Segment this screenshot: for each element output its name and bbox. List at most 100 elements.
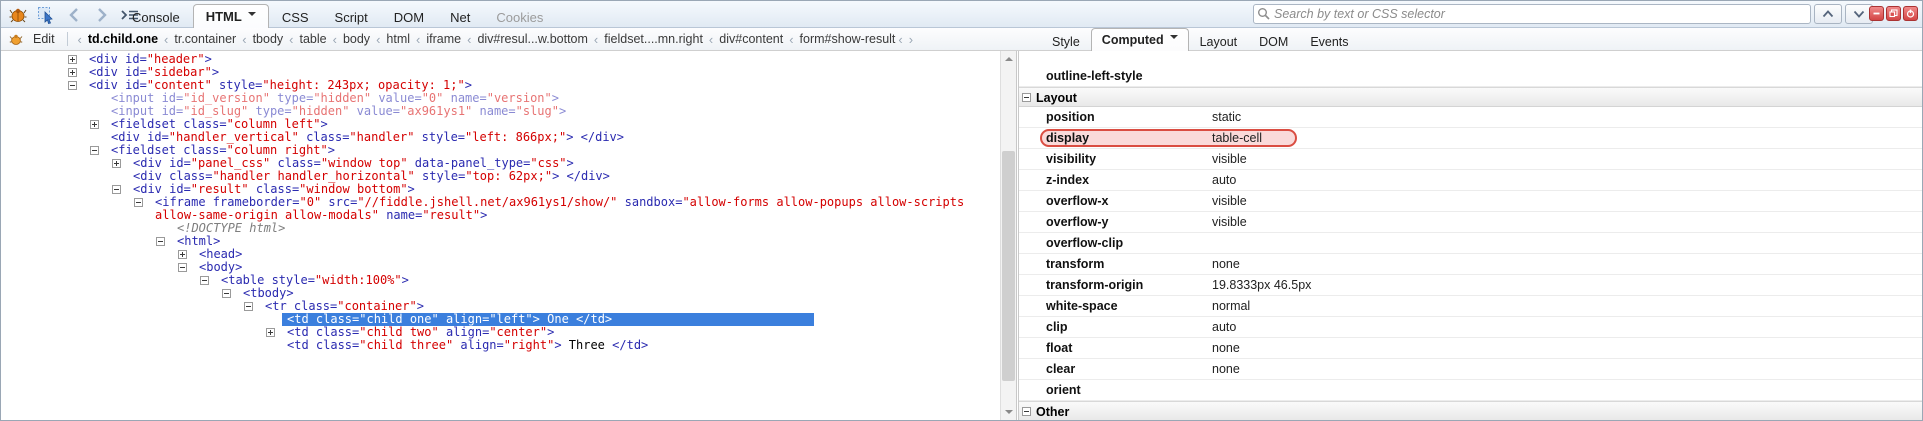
side-tab-style[interactable]: Style — [1041, 31, 1091, 51]
tab-script[interactable]: Script — [322, 6, 381, 28]
side-tab-layout[interactable]: Layout — [1189, 31, 1249, 51]
collapse-twisty-icon[interactable] — [90, 146, 99, 155]
breadcrumb-item-iframe[interactable]: iframe — [426, 32, 461, 46]
dropdown-caret-icon — [247, 12, 256, 20]
collapse-twisty-icon[interactable] — [1022, 93, 1031, 102]
breadcrumb-toolbar: Edit ‹ td.child.one ‹ tr.container ‹ tbody ‹ ta… — [1, 28, 1922, 51]
firebug-icon[interactable] — [7, 4, 29, 26]
breadcrumb-scroll-left-icon[interactable]: ‹ — [895, 32, 905, 47]
property-name: white-space — [1046, 299, 1118, 313]
code-token: <div id= — [89, 52, 147, 66]
side-tab-events[interactable]: Events — [1299, 31, 1359, 51]
tree-node-head[interactable]: <head> — [1, 248, 1000, 261]
search-input[interactable] — [1253, 4, 1811, 24]
breadcrumb-item-html[interactable]: html — [386, 32, 410, 46]
close-button[interactable] — [1903, 6, 1918, 21]
find-previous-button[interactable] — [1814, 4, 1842, 24]
computed-row-overflow-x[interactable]: overflow-x visible — [1019, 191, 1922, 212]
property-name: transform — [1046, 257, 1105, 271]
collapse-twisty-icon[interactable] — [1022, 407, 1031, 416]
code-token: "handler_vertical" — [168, 130, 299, 144]
tree-node-html[interactable]: <html> — [1, 235, 1000, 248]
tree-node-iframe-wrap[interactable]: allow-same-origin allow-modals" name="re… — [1, 209, 1000, 222]
tab-console[interactable]: Console — [119, 6, 193, 28]
collapse-twisty-icon[interactable] — [244, 302, 253, 311]
breadcrumb-item-td-child-one[interactable]: td.child.one — [88, 32, 158, 46]
html-tree-panel: <div id="header"> <div id="sidebar"> <div … — [1, 51, 1000, 420]
scrollbar-thumb[interactable] — [1002, 151, 1015, 381]
expand-twisty-icon[interactable] — [68, 68, 77, 77]
breadcrumb-item-fieldset-mn-right[interactable]: fieldset....mn.right — [604, 32, 703, 46]
computed-row-z-index[interactable]: z-index auto — [1019, 170, 1922, 191]
computed-row-float[interactable]: float none — [1019, 338, 1922, 359]
computed-row-overflow-clip[interactable]: overflow-clip — [1019, 233, 1922, 254]
code-token: allow-same-origin allow-modals" — [155, 208, 379, 222]
edit-button[interactable]: Edit — [25, 32, 63, 46]
collapse-twisty-icon[interactable] — [156, 237, 165, 246]
scroll-down-icon[interactable] — [1005, 410, 1013, 414]
collapse-twisty-icon[interactable] — [112, 185, 121, 194]
code-token: "window bottom" — [299, 182, 408, 196]
tab-cookies[interactable]: Cookies — [483, 6, 556, 28]
computed-group-layout[interactable]: Layout — [1019, 87, 1922, 107]
breadcrumb-item-table[interactable]: table — [300, 32, 327, 46]
collapse-twisty-icon[interactable] — [68, 81, 77, 90]
code-token: style= — [414, 169, 466, 183]
property-name: orient — [1046, 383, 1081, 397]
collapse-twisty-icon[interactable] — [178, 263, 187, 272]
detach-window-button[interactable] — [1886, 6, 1901, 21]
side-tab-computed[interactable]: Computed — [1090, 28, 1189, 51]
tab-net[interactable]: Net — [437, 6, 483, 28]
inspect-element-icon[interactable] — [35, 4, 57, 26]
computed-row-transform-origin[interactable]: transform-origin 19.8333px 46.5px — [1019, 275, 1922, 296]
code-token: "ax961ys1" — [400, 104, 473, 118]
tree-node-body[interactable]: <body> — [1, 261, 1000, 274]
computed-row-clip[interactable]: clip auto — [1019, 317, 1922, 338]
computed-row-visibility[interactable]: visibility visible — [1019, 149, 1922, 170]
computed-row-clear[interactable]: clear none — [1019, 359, 1922, 380]
computed-row-position[interactable]: position static — [1019, 107, 1922, 128]
scroll-up-icon[interactable] — [1005, 57, 1013, 61]
collapse-twisty-icon[interactable] — [200, 276, 209, 285]
computed-row-orient[interactable]: orient — [1019, 380, 1922, 401]
computed-row-outline-left-style[interactable]: outline-left-style — [1019, 66, 1922, 87]
computed-row-white-space[interactable]: white-space normal — [1019, 296, 1922, 317]
expand-twisty-icon[interactable] — [112, 159, 121, 168]
breadcrumb-item-tr-container[interactable]: tr.container — [174, 32, 236, 46]
minimize-button[interactable] — [1869, 6, 1884, 21]
code-token: style= — [211, 78, 263, 92]
search-icon — [1257, 7, 1270, 25]
tree-node-doctype[interactable]: <!DOCTYPE html> — [1, 222, 1000, 235]
computed-row-transform[interactable]: transform none — [1019, 254, 1922, 275]
tree-node-iframe[interactable]: <iframe frameborder="0" src="//fiddle.js… — [1, 196, 1000, 209]
code-token: "version" — [486, 91, 552, 105]
tree-node-tbody[interactable]: <tbody> — [1, 287, 1000, 300]
tab-html[interactable]: HTML — [192, 4, 269, 28]
breadcrumb-item-body[interactable]: body — [343, 32, 370, 46]
expand-twisty-icon[interactable] — [178, 250, 187, 259]
expand-twisty-icon[interactable] — [90, 120, 99, 129]
collapse-twisty-icon[interactable] — [222, 289, 231, 298]
expand-twisty-icon[interactable] — [266, 328, 275, 337]
forward-icon[interactable] — [91, 4, 113, 26]
firebug-options-icon[interactable] — [7, 30, 25, 48]
breadcrumb-item-form-show-result[interactable]: form#show-result — [800, 32, 896, 46]
computed-group-other[interactable]: Other — [1019, 401, 1922, 420]
computed-row-display[interactable]: display table-cell — [1019, 128, 1922, 149]
tree-node-table[interactable]: <table style="width:100%"> — [1, 274, 1000, 287]
expand-twisty-icon[interactable] — [68, 55, 77, 64]
breadcrumb-item-tbody[interactable]: tbody — [253, 32, 284, 46]
code-token: "panel_css" — [190, 156, 271, 170]
tree-node-td-child-three[interactable]: <td class="child three" align="right"> T… — [1, 339, 1000, 352]
breadcrumb-item-div-resul-w-bottom[interactable]: div#resul...w.bottom — [477, 32, 587, 46]
tab-dom[interactable]: DOM — [381, 6, 437, 28]
side-tab-dom[interactable]: DOM — [1248, 31, 1299, 51]
tree-scrollbar[interactable] — [1000, 51, 1017, 420]
tab-css[interactable]: CSS — [269, 6, 322, 28]
collapse-twisty-icon[interactable] — [134, 198, 143, 207]
property-value: auto — [1212, 320, 1237, 334]
breadcrumb-item-div-content[interactable]: div#content — [719, 32, 783, 46]
breadcrumb-scroll-right-icon[interactable]: › — [906, 32, 916, 47]
back-icon[interactable] — [63, 4, 85, 26]
computed-row-overflow-y[interactable]: overflow-y visible — [1019, 212, 1922, 233]
